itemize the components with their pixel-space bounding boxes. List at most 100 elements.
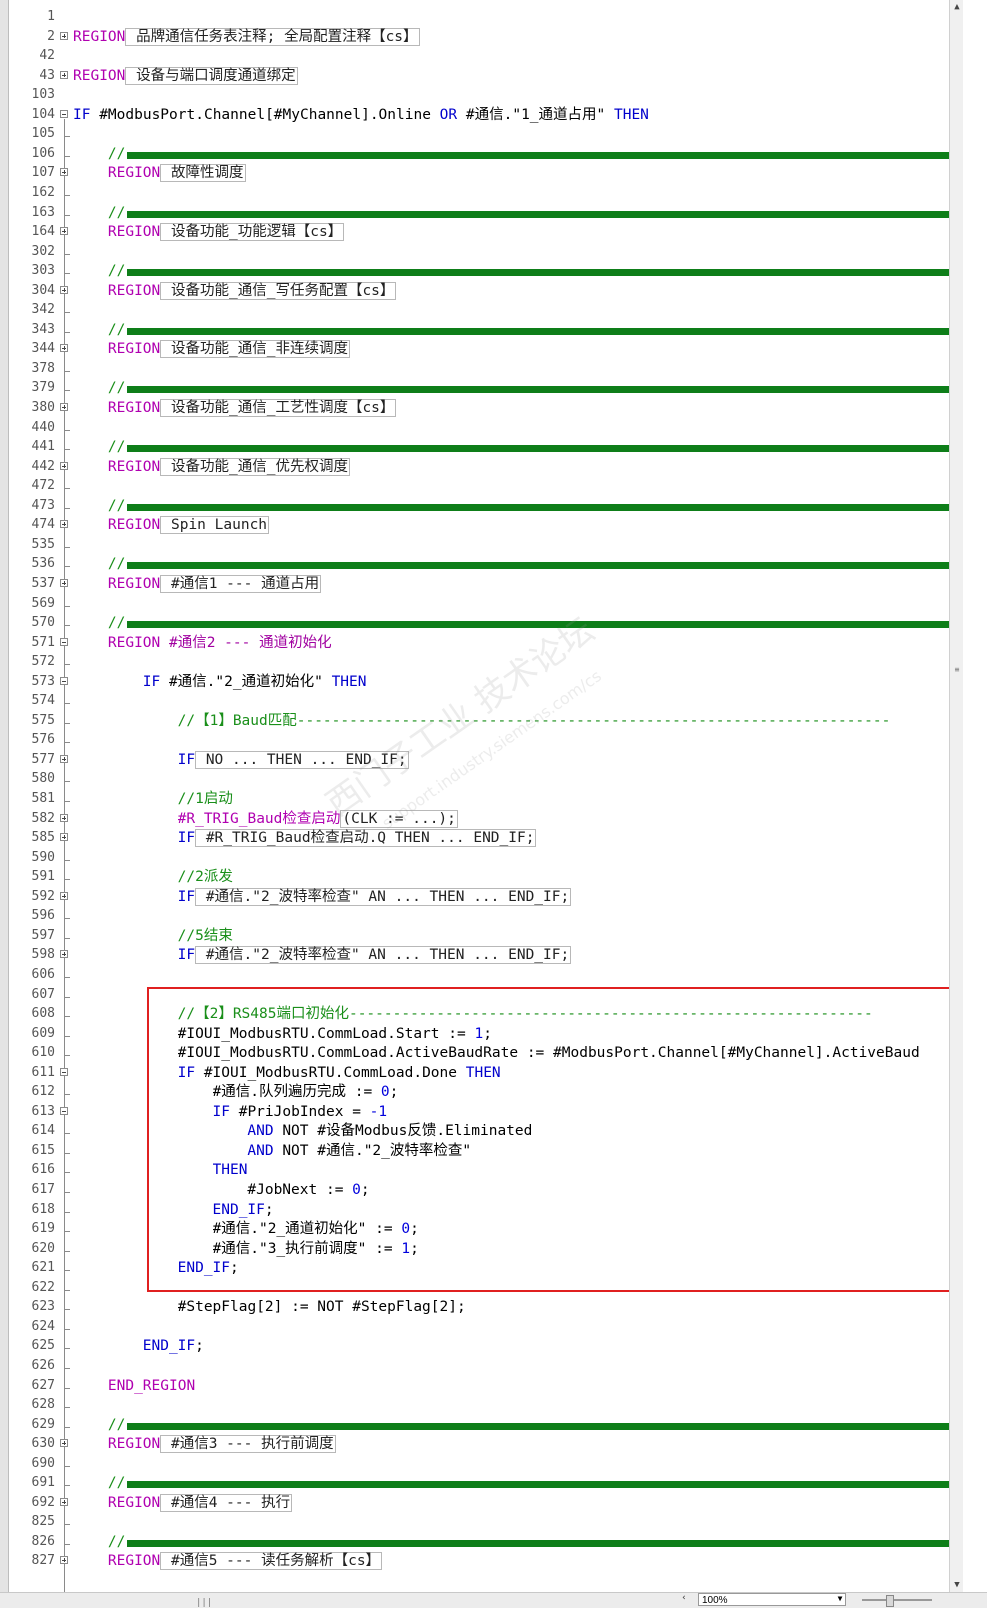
code-line[interactable] xyxy=(73,594,963,614)
plus-box-icon[interactable] xyxy=(60,833,68,842)
code-line[interactable]: // xyxy=(73,378,963,398)
code-line[interactable] xyxy=(73,535,963,555)
plus-box-icon[interactable] xyxy=(60,754,68,763)
code-line[interactable] xyxy=(73,769,963,789)
code-line[interactable]: REGION 设备功能_通信_写任务配置【cs】 xyxy=(73,281,963,301)
code-line[interactable]: REGION 设备与端口调度通道绑定 xyxy=(73,66,963,86)
code-line[interactable] xyxy=(73,124,963,144)
plus-box-icon[interactable] xyxy=(60,813,68,822)
code-line[interactable]: // xyxy=(73,496,963,516)
code-line[interactable] xyxy=(73,1317,963,1337)
code-line[interactable]: #R_TRIG_Baud检查启动 (CLK := ...); xyxy=(73,809,963,829)
code-line[interactable] xyxy=(73,848,963,868)
chevron-down-icon[interactable]: ▼ xyxy=(834,1594,846,1605)
code-editor[interactable]: 1 2 42 43 103 104 105 106 107 162 163 164 302 303 304 3… xyxy=(0,0,963,1592)
code-line[interactable]: IF #通信."2_波特率检查" AN ... THEN ... END_IF; xyxy=(73,945,963,965)
code-line[interactable] xyxy=(73,965,963,985)
zoom-slider-track[interactable] xyxy=(862,1599,932,1601)
code-line[interactable]: // xyxy=(73,1415,963,1435)
line-number: 827 xyxy=(31,1553,55,1569)
code-line[interactable]: REGION 品牌通信任务表注释; 全局配置注释【cs】 xyxy=(73,27,963,47)
plus-box-icon[interactable] xyxy=(60,70,68,79)
code-line[interactable] xyxy=(73,242,963,262)
plus-box-icon[interactable] xyxy=(60,344,68,353)
code-line[interactable]: // xyxy=(73,1473,963,1493)
vertical-scrollbar[interactable]: ▲ ≡ ▼ xyxy=(949,0,964,1592)
code-line[interactable]: REGION 故障性调度 xyxy=(73,163,963,183)
code-line[interactable]: // xyxy=(73,203,963,223)
line-number: 380 xyxy=(31,400,55,415)
plus-box-icon[interactable] xyxy=(60,31,68,40)
code-line[interactable] xyxy=(73,7,963,27)
minus-box-icon[interactable] xyxy=(60,1106,68,1115)
arrow-up-icon[interactable]: ▲ xyxy=(950,0,964,14)
plus-box-icon[interactable] xyxy=(60,950,68,959)
code-line[interactable]: // xyxy=(73,613,963,633)
code-line[interactable] xyxy=(73,418,963,438)
minus-box-icon[interactable] xyxy=(60,1067,68,1076)
plus-box-icon[interactable] xyxy=(60,1497,68,1506)
plus-box-icon[interactable] xyxy=(60,578,68,587)
code-line[interactable]: IF NO ... THEN ... END_IF; xyxy=(73,750,963,770)
code-line[interactable]: REGION 设备功能_通信_非连续调度 xyxy=(73,339,963,359)
code-line[interactable] xyxy=(73,46,963,66)
code-line[interactable]: REGION #通信1 --- 通道占用 xyxy=(73,574,963,594)
code-line[interactable] xyxy=(73,1395,963,1415)
zoom-slider-thumb[interactable] xyxy=(886,1595,894,1607)
code-area[interactable]: REGION 品牌通信任务表注释; 全局配置注释【cs】 REGION 设备与端口… xyxy=(73,0,963,1592)
code-line[interactable]: // xyxy=(73,144,963,164)
minus-box-icon[interactable] xyxy=(60,637,68,646)
code-line[interactable]: // xyxy=(73,437,963,457)
plus-box-icon[interactable] xyxy=(60,891,68,900)
fold-tick xyxy=(64,214,70,216)
code-line[interactable]: //5结束 xyxy=(73,926,963,946)
minus-box-icon[interactable] xyxy=(60,109,68,118)
code-line[interactable]: IF #R_TRIG_Baud检查启动.Q THEN ... END_IF; xyxy=(73,828,963,848)
code-line[interactable] xyxy=(73,300,963,320)
code-line[interactable]: END_REGION xyxy=(73,1376,963,1396)
code-line[interactable] xyxy=(73,85,963,105)
code-line[interactable]: // xyxy=(73,1532,963,1552)
scroll-left-icon[interactable]: ‹ xyxy=(677,1593,691,1606)
code-token: REGION xyxy=(107,634,169,651)
scroll-grip-icon[interactable]: ≡ xyxy=(952,665,962,679)
code-token: #R_TRIG_Baud检查启动 xyxy=(177,810,341,827)
code-line[interactable] xyxy=(73,1454,963,1474)
code-line[interactable] xyxy=(73,359,963,379)
collapsed-region-text: 故障性调度 xyxy=(160,164,246,183)
line-number: 613 xyxy=(31,1103,55,1119)
code-line[interactable]: // xyxy=(73,261,963,281)
code-line[interactable] xyxy=(73,476,963,496)
plus-box-icon[interactable] xyxy=(60,403,68,411)
code-line[interactable]: IF #通信."2_波特率检查" AN ... THEN ... END_IF; xyxy=(73,887,963,907)
code-line[interactable]: //1启动 xyxy=(73,789,963,809)
code-line[interactable]: //2派发 xyxy=(73,867,963,887)
plus-box-icon[interactable] xyxy=(60,227,68,236)
code-line[interactable] xyxy=(73,906,963,926)
code-line[interactable]: REGION 设备功能_通信_优先权调度 xyxy=(73,457,963,477)
code-line[interactable]: END_IF; xyxy=(73,1336,963,1356)
code-line[interactable]: #StepFlag[2] := NOT #StepFlag[2]; xyxy=(73,1297,963,1317)
plus-box-icon[interactable] xyxy=(60,168,68,177)
code-line[interactable] xyxy=(73,1356,963,1376)
code-line[interactable]: REGION #通信5 --- 读任务解析【cs】 xyxy=(73,1551,963,1571)
code-line[interactable]: REGION 设备功能_功能逻辑【cs】 xyxy=(73,222,963,242)
code-line[interactable]: REGION #通信4 --- 执行 xyxy=(73,1493,963,1513)
plus-box-icon[interactable] xyxy=(60,285,68,294)
arrow-down-icon[interactable]: ▼ xyxy=(950,1578,964,1592)
zoom-select[interactable]: 100% xyxy=(698,1593,846,1606)
code-line[interactable]: IF #ModbusPort.Channel[#MyChannel].Onlin… xyxy=(73,105,963,125)
plus-box-icon[interactable] xyxy=(60,1439,68,1448)
code-line[interactable]: // xyxy=(73,554,963,574)
code-line[interactable]: REGION 设备功能_通信_工艺性调度【cs】 xyxy=(73,398,963,418)
code-line[interactable]: REGION #通信3 --- 执行前调度 xyxy=(73,1434,963,1454)
code-line[interactable] xyxy=(73,183,963,203)
minus-box-icon[interactable] xyxy=(60,676,68,685)
code-line[interactable] xyxy=(73,1512,963,1532)
plus-box-icon[interactable] xyxy=(60,1556,68,1565)
line-number: 162 xyxy=(31,184,55,200)
code-line[interactable]: REGION Spin Launch xyxy=(73,515,963,535)
code-line[interactable]: // xyxy=(73,320,963,340)
plus-box-icon[interactable] xyxy=(60,520,68,529)
plus-box-icon[interactable] xyxy=(60,461,68,470)
